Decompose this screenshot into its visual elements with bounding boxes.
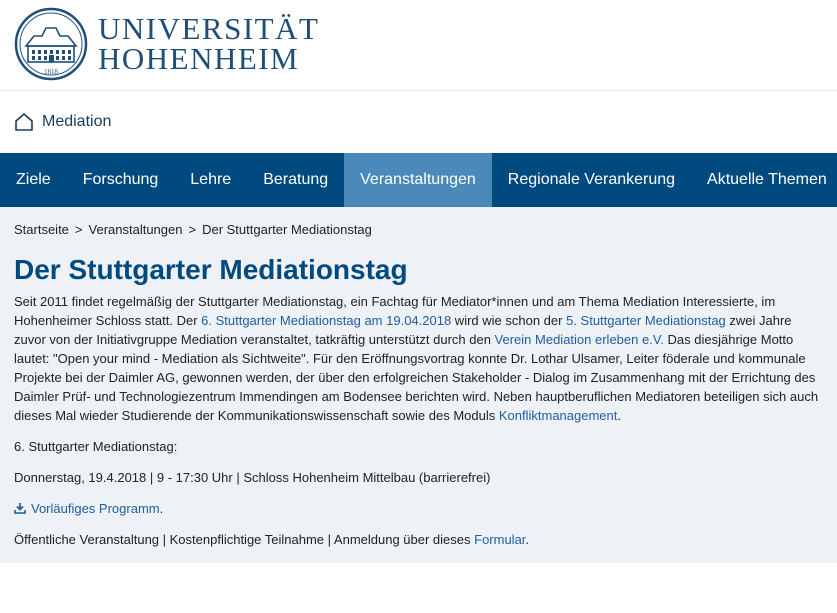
intro-text-5: .: [617, 408, 621, 423]
breadcrumb-separator: >: [74, 222, 83, 237]
download-icon[interactable]: [14, 502, 26, 514]
registration-suffix: .: [525, 532, 530, 547]
link-5-mediationstag[interactable]: 5. Stuttgarter Mediationstag: [566, 313, 726, 328]
castle-seal-icon[interactable]: 1818: [12, 6, 90, 82]
wordmark-line-1: UNIVERSITÄT: [98, 11, 320, 46]
wordmark-line-2: HOHENHEIM: [98, 41, 300, 76]
section-title[interactable]: Mediation: [42, 113, 111, 131]
page-title: Der Stuttgarter Mediationstag: [14, 254, 408, 285]
university-wordmark[interactable]: UNIVERSITÄT HOHENHEIM: [98, 11, 320, 76]
nav-item-ziele[interactable]: Ziele: [0, 153, 67, 207]
link-6-mediationstag[interactable]: 6. Stuttgarter Mediationstag am 19.04.20…: [201, 313, 451, 328]
registration-line: Öffentliche Veranstaltung | Kostenpflich…: [14, 530, 823, 549]
form-link[interactable]: Formular: [474, 532, 525, 547]
main-navigation: Ziele Forschung Lehre Beratung Veranstal…: [0, 153, 837, 207]
nav-item-forschung[interactable]: Forschung: [67, 153, 175, 207]
breadcrumb-current: Der Stuttgarter Mediationstag: [202, 222, 372, 237]
nav-item-regionale-verankerung[interactable]: Regionale Verankerung: [492, 153, 691, 207]
nav-item-beratung[interactable]: Beratung: [247, 153, 344, 207]
nav-item-lehre[interactable]: Lehre: [174, 153, 247, 207]
main-content: Startseite > Veranstaltungen > Der Stuttgart…: [0, 207, 837, 563]
program-suffix: .: [159, 501, 164, 516]
program-link[interactable]: Vorläufiges Programm: [31, 501, 160, 516]
breadcrumb-section[interactable]: Veranstaltungen: [89, 222, 183, 237]
nav-item-aktuelle-themen[interactable]: Aktuelle Themen: [691, 153, 837, 207]
sub-header: Mediation: [0, 90, 837, 153]
breadcrumb-home[interactable]: Startseite: [14, 222, 69, 237]
nav-item-veranstaltungen[interactable]: Veranstaltungen: [344, 153, 492, 207]
breadcrumb: Startseite > Veranstaltungen > Der Stuttgart…: [14, 207, 823, 242]
program-line: Vorläufiges Programm.: [14, 499, 823, 518]
home-icon[interactable]: [14, 112, 34, 132]
intro-text-2: wird wie schon der: [451, 313, 567, 328]
logo-year: 1818: [44, 68, 59, 76]
event-details: Donnerstag, 19.4.2018 | 9 - 17:30 Uhr | …: [14, 470, 491, 485]
intro-paragraph: Seit 2011 findet regelmäßig der Stuttgar…: [14, 292, 823, 425]
breadcrumb-separator: >: [188, 222, 197, 237]
link-verein-mediation[interactable]: Verein Mediation erleben e.V.: [495, 332, 664, 347]
event-heading: 6. Stuttgarter Mediationstag:: [14, 439, 178, 454]
registration-text: Öffentliche Veranstaltung | Kostenpflich…: [14, 532, 475, 547]
site-header: 1818 UNIVERSITÄT HOHENHEIM: [0, 0, 837, 90]
link-konfliktmanagement[interactable]: Konfliktmanagement: [499, 408, 618, 423]
